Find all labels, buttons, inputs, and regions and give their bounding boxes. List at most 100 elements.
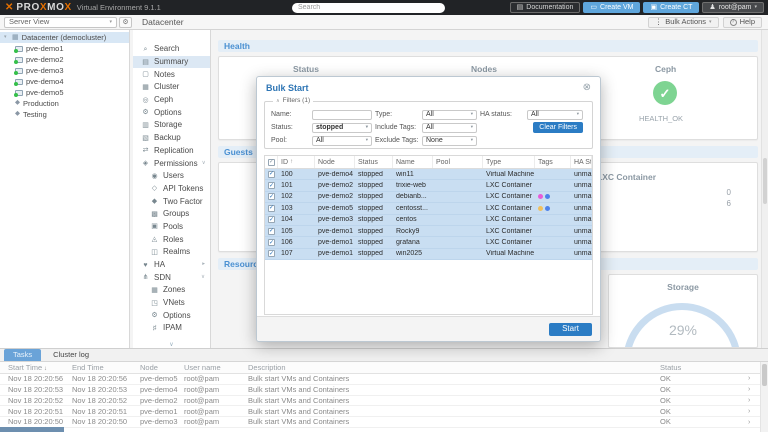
- tree-item-node[interactable]: pve-demo4: [0, 76, 129, 87]
- ha-status-filter-dropdown[interactable]: All ▾: [527, 109, 583, 120]
- column-header-type[interactable]: Type: [483, 156, 535, 168]
- create-ct-button[interactable]: ▣ Create CT: [643, 2, 700, 13]
- log-column-header-user-name[interactable]: User name: [184, 364, 248, 372]
- menu-item-realms[interactable]: ◫ Realms: [133, 246, 210, 259]
- bulk-start-dialog-header[interactable]: Bulk Start ⊗: [257, 77, 600, 99]
- log-row[interactable]: Nov 18 20:20:56 Nov 18 20:20:56 pve-demo5 r…: [0, 374, 768, 385]
- close-icon[interactable]: ⊗: [583, 83, 591, 93]
- exclude-tags-filter-dropdown[interactable]: None ▾: [422, 135, 477, 146]
- view-selector-dropdown[interactable]: Server View ▾: [4, 16, 117, 28]
- row-checkbox[interactable]: ✓: [268, 239, 275, 247]
- menu-item-options[interactable]: ⚙ Options: [133, 309, 210, 322]
- row-checkbox[interactable]: ✓: [268, 216, 275, 224]
- guest-table-row[interactable]: ✓ 103 pve-demo5 stopped centosst... LXC Conta…: [265, 203, 592, 215]
- guest-table-row[interactable]: ✓ 100 pve-demo4 stopped win11 Virtual Machine…: [265, 169, 592, 181]
- pool-filter-dropdown[interactable]: All ▾: [312, 135, 372, 146]
- guest-table-row[interactable]: ✓ 101 pve-demo2 stopped trixie-web LXC Contai…: [265, 180, 592, 192]
- log-scrollbar[interactable]: [760, 362, 768, 432]
- tree-settings-button[interactable]: ⚙: [119, 16, 132, 28]
- menu-item-groups[interactable]: ▩ Groups: [133, 208, 210, 221]
- row-select-cell[interactable]: ✓: [265, 193, 278, 201]
- row-select-cell[interactable]: ✓: [265, 227, 278, 235]
- menu-item-roles[interactable]: ◬ Roles: [133, 233, 210, 246]
- menu-item-users[interactable]: ◉ Users: [133, 170, 210, 183]
- column-header-ha-status[interactable]: HA Status: [571, 156, 592, 168]
- menu-item-backup[interactable]: ▧ Backup: [133, 132, 210, 145]
- menu-item-replication[interactable]: ⇄ Replication: [133, 145, 210, 158]
- guest-table-row[interactable]: ✓ 102 pve-demo2 stopped debianb... LXC Contai…: [265, 191, 592, 204]
- log-column-header-description[interactable]: Description: [248, 364, 660, 372]
- menu-item-zones[interactable]: ▦ Zones: [133, 284, 210, 297]
- help-button[interactable]: ? Help: [722, 16, 762, 28]
- filters-legend[interactable]: ∧ Filters (1): [273, 97, 314, 105]
- row-checkbox[interactable]: ✓: [268, 170, 275, 178]
- log-column-header-node[interactable]: Node: [140, 364, 184, 372]
- row-checkbox[interactable]: ✓: [268, 204, 275, 212]
- row-checkbox[interactable]: ✓: [268, 227, 275, 235]
- tree-item-node[interactable]: pve-demo5: [0, 87, 129, 98]
- log-column-header-status[interactable]: Status: [660, 364, 748, 372]
- start-button[interactable]: Start: [549, 322, 592, 336]
- menu-item-ipam[interactable]: ♯ IPAM: [133, 322, 210, 335]
- tree-item-node[interactable]: pve-demo3: [0, 65, 129, 76]
- include-tags-filter-dropdown[interactable]: All ▾: [422, 122, 477, 133]
- tab-tasks[interactable]: Tasks: [4, 349, 42, 361]
- bulk-actions-button[interactable]: ⋮ Bulk Actions ▾: [647, 16, 719, 28]
- column-header-tags[interactable]: Tags: [535, 156, 571, 168]
- guest-table-row[interactable]: ✓ 106 pve-demo1 stopped grafana LXC Container…: [265, 237, 592, 249]
- type-filter-dropdown[interactable]: All ▾: [422, 109, 477, 120]
- column-header-pool[interactable]: Pool: [433, 156, 483, 168]
- menu-item-api-tokens[interactable]: ◇ API Tokens: [133, 183, 210, 196]
- menu-item-two-factor[interactable]: ◆ Two Factor: [133, 195, 210, 208]
- menu-item-pools[interactable]: ▣ Pools: [133, 221, 210, 234]
- row-select-cell[interactable]: ✓: [265, 204, 278, 212]
- log-row[interactable]: Nov 18 20:20:50 Nov 18 20:20:50 pve-demo3 r…: [0, 417, 768, 428]
- status-filter-dropdown[interactable]: stopped ▾: [312, 122, 372, 133]
- guest-table-row[interactable]: ✓ 104 pve-demo3 stopped centos LXC Container u…: [265, 214, 592, 226]
- user-menu-button[interactable]: ♟ root@pam ▾: [702, 2, 764, 13]
- tree-item-pool[interactable]: ◆ Testing: [0, 109, 129, 120]
- select-all-checkbox[interactable]: ✓: [268, 158, 275, 166]
- log-row[interactable]: Nov 18 20:20:52 Nov 18 20:20:52 pve-demo2 r…: [0, 396, 768, 407]
- log-row[interactable]: Nov 18 20:20:51 Nov 18 20:20:51 pve-demo1 r…: [0, 406, 768, 418]
- log-horizontal-scrollbar-thumb[interactable]: [0, 427, 64, 432]
- guest-table-row[interactable]: ✓ 105 pve-demo1 stopped Rocky9 LXC Container u…: [265, 225, 592, 238]
- menu-item-ha[interactable]: ♥ HA ▸: [133, 259, 210, 272]
- row-select-cell[interactable]: ✓: [265, 182, 278, 190]
- tree-item-datacenter[interactable]: ▾ ▦ Datacenter (democluster): [0, 32, 129, 43]
- column-header-id[interactable]: ID ↑: [278, 156, 315, 168]
- global-search-input[interactable]: [292, 2, 445, 13]
- menu-item-ceph[interactable]: ◎ Ceph: [133, 94, 210, 107]
- row-select-cell[interactable]: ✓: [265, 250, 278, 258]
- menu-item-notes[interactable]: ▢ Notes: [133, 68, 210, 81]
- guest-table-row[interactable]: ✓ 107 pve-demo1 stopped win2025 Virtual Machi…: [265, 248, 592, 261]
- menu-item-vnets[interactable]: ◳ VNets: [133, 297, 210, 310]
- menu-item-storage[interactable]: ▥ Storage: [133, 119, 210, 132]
- documentation-button[interactable]: ▤ Documentation: [509, 2, 581, 13]
- log-column-header-end-time[interactable]: End Time: [72, 364, 140, 372]
- name-filter-input[interactable]: [312, 109, 372, 120]
- log-scrollbar-thumb[interactable]: [762, 364, 767, 386]
- create-vm-button[interactable]: ▭ Create VM: [583, 2, 641, 13]
- column-header-name[interactable]: Name: [393, 156, 433, 168]
- select-all-column-header[interactable]: ✓: [265, 156, 278, 168]
- menu-item-permissions[interactable]: ◈ Permissions ∨: [133, 157, 210, 170]
- row-select-cell[interactable]: ✓: [265, 170, 278, 178]
- tab-cluster-log[interactable]: Cluster log: [44, 349, 98, 361]
- menu-item-summary[interactable]: ▤ Summary: [133, 55, 210, 69]
- column-header-status[interactable]: Status: [355, 156, 393, 168]
- log-row[interactable]: Nov 18 20:20:53 Nov 18 20:20:53 pve-demo4 r…: [0, 385, 768, 396]
- tree-item-pool[interactable]: ◆ Production: [0, 98, 129, 109]
- row-select-cell[interactable]: ✓: [265, 216, 278, 224]
- content-scrollbar[interactable]: [761, 30, 768, 348]
- menu-item-sdn[interactable]: ⋔ SDN ∨: [133, 271, 210, 284]
- menu-item-search[interactable]: ⌕ Search: [133, 43, 210, 56]
- row-checkbox[interactable]: ✓: [268, 250, 275, 258]
- menu-item-options[interactable]: ⚙ Options: [133, 106, 210, 119]
- log-column-header-start-time[interactable]: Start Time ↓: [8, 363, 72, 371]
- column-header-node[interactable]: Node: [315, 156, 355, 168]
- row-checkbox[interactable]: ✓: [268, 182, 275, 190]
- menu-item-cluster[interactable]: ▦ Cluster: [133, 81, 210, 94]
- row-select-cell[interactable]: ✓: [265, 239, 278, 247]
- clear-filters-button[interactable]: Clear Filters: [533, 122, 583, 133]
